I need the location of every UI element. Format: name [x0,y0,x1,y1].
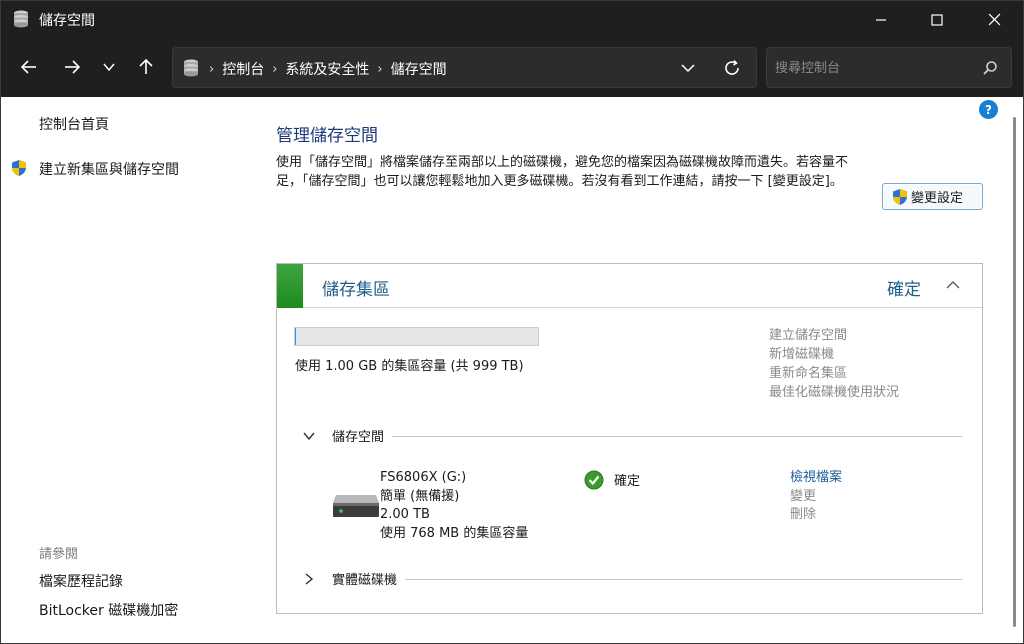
chevron-up-icon[interactable] [945,277,961,293]
address-bar[interactable]: › 控制台 › 系統及安全性 › 儲存空間 [172,47,757,88]
physical-drives-section-label: 實體磁碟機 [332,569,406,588]
storage-spaces-window: 儲存空間 › 控制台 › 系統及安全性 › 儲存空間 搜尋控制台 控制台首頁 建… [0,0,1024,644]
link-change-space[interactable]: 變更 [790,488,842,507]
minimize-button[interactable] [858,1,904,38]
maximize-button[interactable] [914,1,960,38]
breadcrumb-system-security[interactable]: 系統及安全性 [285,59,369,79]
change-settings-button[interactable]: 變更設定 [882,183,983,210]
storage-space-name: FS6806X (G:) [380,470,467,485]
pool-task-links: 建立儲存空間 新增磁碟機 重新命名集區 最佳化磁碟機使用狀況 [769,326,899,402]
minimize-icon [876,18,886,21]
storage-spaces-app-icon [14,10,28,28]
page-description: 使用「儲存空間」將檔案儲存至兩部以上的磁碟機，避免您的檔案因為磁碟機故障而遺失。… [276,155,849,189]
search-icon[interactable] [981,59,999,77]
hard-drive-icon [333,495,379,517]
forward-button[interactable] [59,54,85,80]
storage-space-resiliency: 簡單 (無備援) [380,488,460,504]
address-history-chevron-icon[interactable] [678,58,698,78]
search-input[interactable] [775,58,975,78]
page-title: 管理儲存空間 [276,126,378,146]
close-icon [988,13,1000,26]
link-view-files[interactable]: 檢視檔案 [790,469,842,488]
change-settings-label: 變更設定 [911,191,964,206]
see-also-heading: 請參閱 [39,547,79,562]
sidebar-link-file-history[interactable]: 檔案歷程記錄 [39,571,123,591]
storage-pool-title: 儲存集區 [322,280,390,300]
sidebar-link-bitlocker[interactable]: BitLocker 磁碟機加密 [39,600,178,620]
link-add-drives[interactable]: 新增磁碟機 [769,345,899,364]
chevron-down-icon [103,63,115,72]
sidebar-link-control-panel-home[interactable]: 控制台首頁 [39,114,109,134]
breadcrumb-control-panel[interactable]: 控制台 [222,59,264,79]
help-icon[interactable]: ? [979,100,998,119]
arrow-left-icon [20,60,36,74]
recent-locations-button[interactable] [96,54,122,80]
link-delete-space[interactable]: 刪除 [790,506,842,525]
breadcrumb-separator-icon[interactable]: › [377,62,382,77]
search-box[interactable] [766,47,1012,88]
link-rename-pool[interactable]: 重新命名集區 [769,364,899,383]
ok-check-icon [584,470,604,490]
pool-usage-text: 使用 1.00 GB 的集區容量 (共 999 TB) [295,359,524,374]
uac-shield-icon [893,188,907,205]
section-divider [332,579,962,580]
storage-space-links: 檢視檔案 變更 刪除 [790,469,842,525]
maximize-icon [931,13,943,26]
storage-pool-panel: 儲存集區 確定 使用 1.00 GB 的集區容量 (共 999 TB) 建立儲存… [276,263,983,614]
uac-shield-icon [12,160,26,176]
arrow-up-icon [139,58,153,74]
title-bar: 儲存空間 [1,1,1023,38]
storage-spaces-icon [184,59,198,77]
breadcrumb-storage-spaces[interactable]: 儲存空間 [391,59,447,79]
up-button[interactable] [133,54,159,80]
storage-pool-status: 確定 [887,280,921,300]
pool-status-accent [277,264,303,308]
window-title: 儲存空間 [39,13,95,29]
storage-spaces-section-header[interactable]: 儲存空間 [302,426,962,446]
storage-spaces-section-label: 儲存空間 [332,426,393,445]
section-divider [332,436,962,437]
scrollbar[interactable] [1013,117,1016,627]
sidebar-link-create-pool[interactable]: 建立新集區與儲存空間 [39,159,179,179]
breadcrumb-separator-icon[interactable]: › [272,62,277,77]
chevron-down-icon [303,432,315,441]
breadcrumb-separator-icon[interactable]: › [209,62,214,77]
breadcrumb: › 控制台 › 系統及安全性 › 儲存空間 [207,59,447,79]
back-button[interactable] [16,54,42,80]
arrow-right-icon [65,60,81,74]
storage-space-size: 2.00 TB [380,507,430,522]
close-button[interactable] [971,1,1017,38]
pool-usage-bar [294,327,539,346]
storage-space-details: FS6806X (G:) 簡單 (無備援) 2.00 TB 使用 768 MB … [380,469,528,543]
content-area: 控制台首頁 建立新集區與儲存空間 請參閱 檔案歷程記錄 BitLocker 磁碟… [1,97,1023,643]
navigation-bar: › 控制台 › 系統及安全性 › 儲存空間 [1,38,1023,97]
link-create-storage-space[interactable]: 建立儲存空間 [769,326,899,345]
storage-pool-header[interactable]: 儲存集區 確定 [277,264,982,308]
refresh-icon[interactable] [721,57,743,79]
link-optimize-drive-usage[interactable]: 最佳化磁碟機使用狀況 [769,383,899,402]
chevron-right-icon [305,573,314,585]
physical-drives-section-header[interactable]: 實體磁碟機 [302,569,962,589]
storage-space-status: 確定 [614,474,641,489]
storage-space-usage: 使用 768 MB 的集區容量 [380,525,529,541]
